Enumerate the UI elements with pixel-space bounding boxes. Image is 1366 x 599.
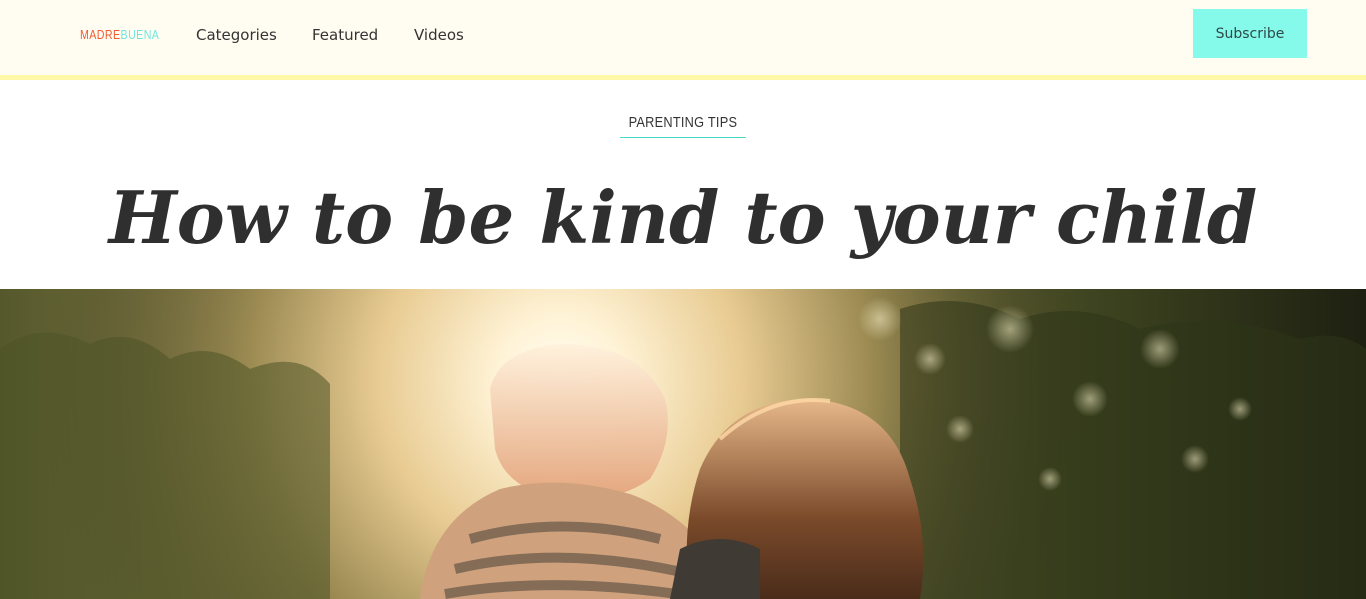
hero-photo-illustration bbox=[0, 289, 1366, 599]
site-logo[interactable]: MADREBUENA bbox=[80, 28, 159, 42]
hero-image bbox=[0, 289, 1366, 599]
article-category: PARENTING TIPS bbox=[0, 112, 1366, 138]
header-divider bbox=[0, 75, 1366, 80]
article-title: How to be kind to your child bbox=[108, 175, 1258, 260]
nav-categories[interactable]: Categories bbox=[196, 24, 277, 46]
nav-featured[interactable]: Featured bbox=[312, 24, 378, 46]
site-header: MADREBUENA Categories Featured Videos Su… bbox=[0, 0, 1366, 75]
logo-part-madre: MADRE bbox=[80, 27, 121, 42]
nav-videos[interactable]: Videos bbox=[414, 24, 464, 46]
category-label[interactable]: PARENTING TIPS bbox=[620, 114, 746, 138]
subscribe-button[interactable]: Subscribe bbox=[1193, 9, 1307, 58]
logo-part-buena: BUENA bbox=[120, 27, 160, 42]
